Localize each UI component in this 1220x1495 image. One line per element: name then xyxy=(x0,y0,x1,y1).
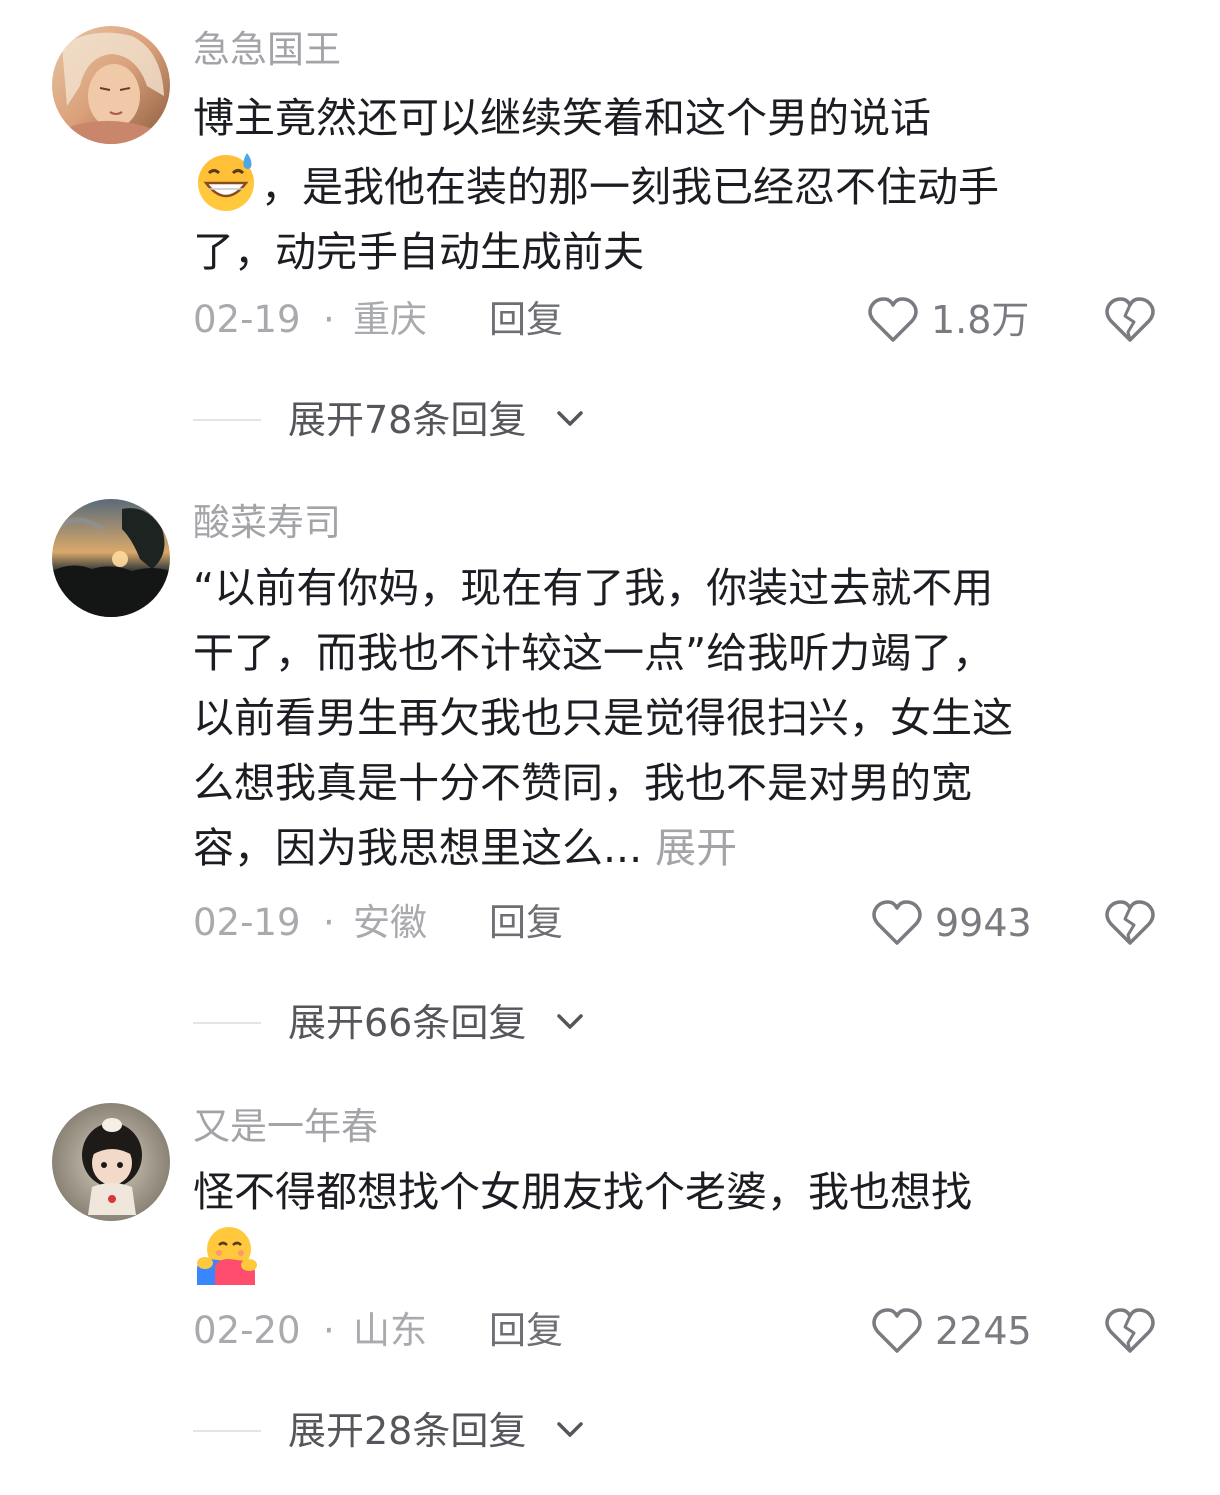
comment-line xyxy=(193,1225,1168,1294)
comment-line: 以前看男生再欠我也只是觉得很扫兴，女生这 xyxy=(193,694,1013,742)
heart-outline-icon[interactable] xyxy=(866,296,920,344)
avatar[interactable] xyxy=(52,1103,170,1221)
expand-replies-button[interactable]: 展开78条回复 xyxy=(193,394,793,446)
hugging-face-emoji xyxy=(197,1227,257,1285)
avatar[interactable] xyxy=(52,499,170,617)
reply-button[interactable]: 回复 xyxy=(489,1305,563,1357)
comment-line: ，是我他在装的那一刻我已经忍不住动手 xyxy=(193,151,1168,220)
comment-text: 怪不得都想找个女朋友找个老婆，我也想找 xyxy=(193,1160,1168,1294)
username[interactable]: 酸菜寿司 xyxy=(193,499,341,547)
expand-text-button[interactable]: 展开 xyxy=(642,824,737,872)
like-count: 1.8万 xyxy=(931,298,1030,342)
comment-text: “以前有你妈，现在有了我，你装过去就不用 干了，而我也不计较这一点”给我听力竭了… xyxy=(193,556,1168,881)
expand-replies-button[interactable]: 展开66条回复 xyxy=(193,997,793,1049)
comment-line: “以前有你妈，现在有了我，你装过去就不用 xyxy=(193,564,994,612)
comment-line: 干了，而我也不计较这一点”给我听力竭了， xyxy=(193,629,994,677)
divider xyxy=(193,1022,261,1024)
separator: · xyxy=(323,1309,335,1352)
expand-replies-label: 展开28条回复 xyxy=(288,1409,527,1453)
comment-meta: 02-20 · 山东 回复 2245 xyxy=(193,1305,1168,1357)
comment-line: 博主竟然还可以继续笑着和这个男的说话 xyxy=(193,94,931,142)
expand-replies-button[interactable]: 展开28条回复 xyxy=(193,1405,793,1457)
comment-line: 怪不得都想找个女朋友找个老婆，我也想找 xyxy=(193,1168,972,1216)
comment-location: 重庆 xyxy=(353,298,427,341)
comment-meta: 02-19 · 安徽 回复 9943 xyxy=(193,897,1168,949)
separator: · xyxy=(323,901,335,944)
chevron-down-icon xyxy=(557,1014,583,1029)
broken-heart-icon[interactable] xyxy=(1103,296,1157,344)
chevron-down-icon xyxy=(557,1422,583,1437)
like-count: 2245 xyxy=(935,1309,1032,1353)
reply-button[interactable]: 回复 xyxy=(489,294,563,346)
broken-heart-icon[interactable] xyxy=(1103,899,1157,947)
chevron-down-icon xyxy=(557,411,583,426)
comment-location: 山东 xyxy=(353,1309,427,1352)
grinning-sweat-emoji xyxy=(198,153,254,211)
comment-text: 博主竟然还可以继续笑着和这个男的说话 ，是我他在装的那一刻我已经忍不住动手 了，… xyxy=(193,86,1168,285)
comment-date: 02-19 xyxy=(193,298,301,341)
comment-line: 容，因为我思想里这么... 展开 xyxy=(193,824,738,872)
comment-meta: 02-19 · 重庆 回复 1.8万 xyxy=(193,294,1168,346)
divider xyxy=(193,1430,261,1432)
comment-line: 么想我真是十分不赞同，我也不是对男的宽 xyxy=(193,759,972,807)
comment-location: 安徽 xyxy=(353,901,427,944)
username[interactable]: 又是一年春 xyxy=(193,1103,378,1151)
expand-replies-label: 展开78条回复 xyxy=(288,398,527,442)
avatar[interactable] xyxy=(52,26,170,144)
expand-replies-label: 展开66条回复 xyxy=(288,1001,527,1045)
heart-outline-icon[interactable] xyxy=(870,899,924,947)
username[interactable]: 急急国王 xyxy=(193,26,341,74)
broken-heart-icon[interactable] xyxy=(1103,1307,1157,1355)
reply-button[interactable]: 回复 xyxy=(489,897,563,949)
like-count: 9943 xyxy=(935,901,1032,945)
heart-outline-icon[interactable] xyxy=(870,1307,924,1355)
comment-line: 了，动完手自动生成前夫 xyxy=(193,228,644,276)
divider xyxy=(193,419,261,421)
comment-date: 02-19 xyxy=(193,901,301,944)
comment-date: 02-20 xyxy=(193,1309,301,1352)
separator: · xyxy=(323,298,335,341)
